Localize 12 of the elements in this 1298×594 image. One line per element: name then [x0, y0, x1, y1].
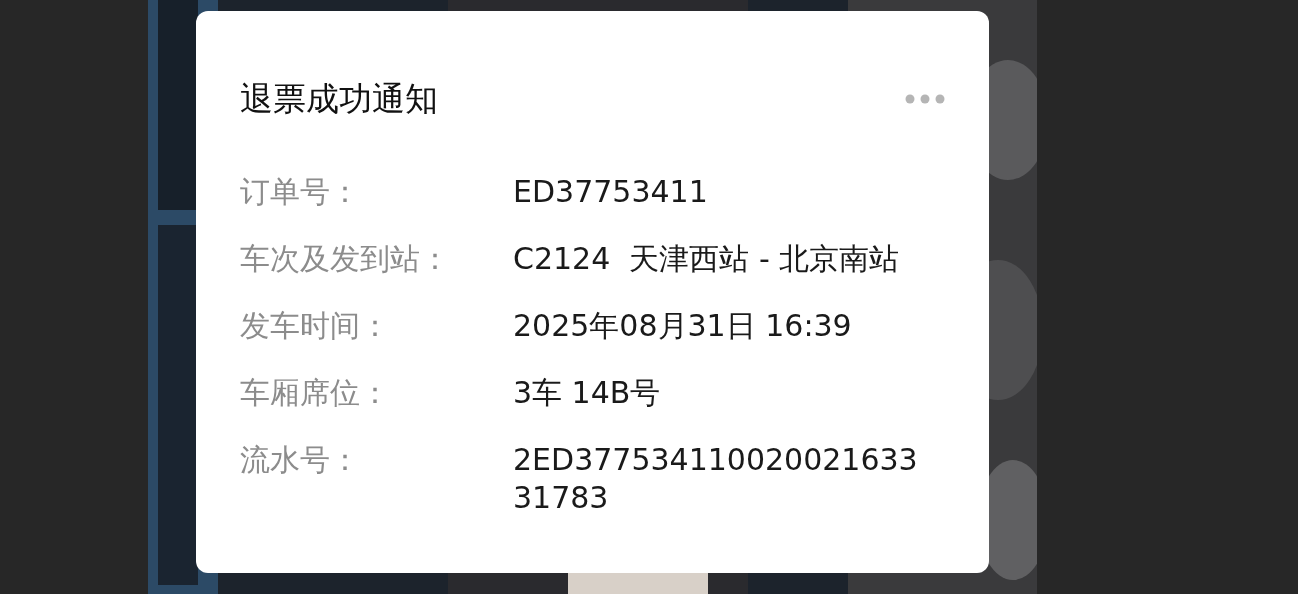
field-label: 车次及发到站： [240, 240, 451, 278]
field-label: 订单号： [240, 173, 361, 211]
field-value: ED37753411 [513, 173, 709, 211]
field-value: 3车 14B号 [513, 374, 662, 412]
field-label: 发车时间： [240, 307, 391, 345]
field-label: 车厢席位： [240, 374, 391, 412]
field-value: 2ED37753411002002163331783 [513, 441, 919, 517]
card-title: 退票成功通知 [240, 78, 438, 120]
field-label: 流水号： [240, 441, 361, 479]
more-icon[interactable] [905, 94, 945, 104]
field-value: C2124 天津西站 - 北京南站 [513, 240, 901, 278]
field-value: 2025年08月31日 16:39 [513, 307, 853, 345]
